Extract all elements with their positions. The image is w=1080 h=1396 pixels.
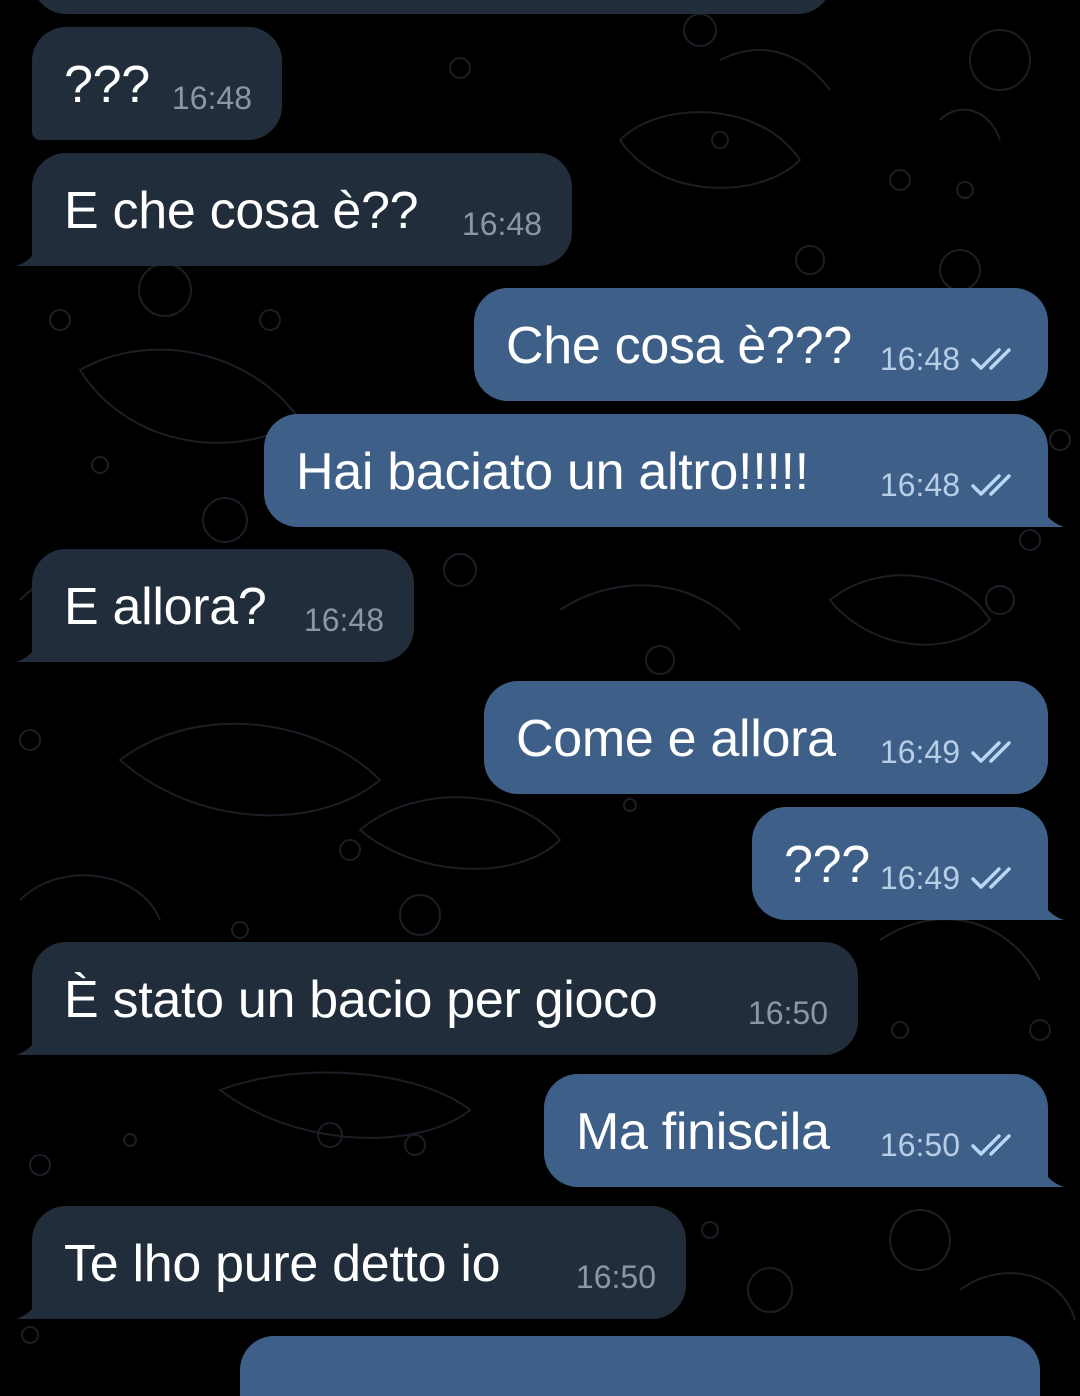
double-check-icon [971, 867, 1011, 889]
message-text: ??? [784, 836, 870, 894]
bubble-tail [1040, 1163, 1064, 1187]
message-bubble-partial-bottom [240, 1336, 1040, 1396]
message-time: 16:48 [879, 341, 960, 377]
message-meta: 16:48 [880, 467, 1018, 503]
double-check-icon [971, 348, 1011, 370]
message-meta: 16:48 [880, 341, 1018, 377]
message-time: 16:50 [575, 1259, 656, 1295]
message-bubble-outgoing[interactable]: ??? 16:49 [752, 807, 1064, 920]
message-time: 16:50 [747, 995, 828, 1031]
message-bubble-incoming[interactable]: E che cosa è?? 16:48 [16, 153, 572, 266]
message-meta: 16:48 [172, 80, 252, 116]
message-time: 16:49 [879, 860, 960, 896]
message-meta: 16:49 [880, 734, 1018, 770]
message-text: È stato un bacio per gioco [64, 971, 658, 1029]
message-text: Hai baciato un altro!!!!! [296, 443, 809, 501]
bubble-tail [16, 242, 40, 266]
bubble-tail [1040, 503, 1064, 527]
message-bubble-outgoing[interactable]: Che cosa è??? 16:48 [474, 288, 1048, 401]
message-text: Ma finiscila [576, 1103, 830, 1161]
message-bubble-outgoing[interactable]: Hai baciato un altro!!!!! 16:48 [264, 414, 1064, 527]
message-time: 16:48 [461, 206, 542, 242]
message-time: 16:48 [879, 467, 960, 503]
message-meta: 16:48 [304, 602, 384, 638]
message-text: E allora? [64, 578, 267, 636]
message-text: ??? [64, 56, 150, 114]
message-bubble-incoming[interactable]: È stato un bacio per gioco 16:50 [16, 942, 858, 1055]
bubble-tail [16, 1031, 40, 1055]
message-bubble-incoming[interactable]: E allora? 16:48 [16, 549, 414, 662]
bubble-tail [16, 638, 40, 662]
double-check-icon [971, 741, 1011, 763]
message-text: E che cosa è?? [64, 182, 419, 240]
message-bubble-outgoing[interactable]: Ma finiscila 16:50 [544, 1074, 1064, 1187]
message-bubble-incoming[interactable]: ??? 16:48 [32, 27, 282, 140]
message-meta: 16:49 [880, 860, 1018, 896]
message-text: Te lho pure detto io [64, 1235, 501, 1293]
message-bubble-partial-top [32, 0, 832, 14]
message-meta: 16:50 [576, 1259, 656, 1295]
message-text: Che cosa è??? [506, 317, 852, 375]
bubble-tail [1040, 896, 1064, 920]
message-bubble-outgoing[interactable]: Come e allora 16:49 [484, 681, 1048, 794]
message-bubble-incoming[interactable]: Te lho pure detto io 16:50 [16, 1206, 686, 1319]
bubble-tail [16, 1295, 40, 1319]
message-time: 16:48 [303, 602, 384, 638]
message-meta: 16:50 [748, 995, 828, 1031]
message-text: Come e allora [516, 710, 836, 768]
message-time: 16:49 [879, 734, 960, 770]
double-check-icon [971, 474, 1011, 496]
message-time: 16:48 [171, 80, 252, 116]
double-check-icon [971, 1134, 1011, 1156]
message-time: 16:50 [879, 1127, 960, 1163]
message-meta: 16:50 [880, 1127, 1018, 1163]
message-meta: 16:48 [462, 206, 542, 242]
